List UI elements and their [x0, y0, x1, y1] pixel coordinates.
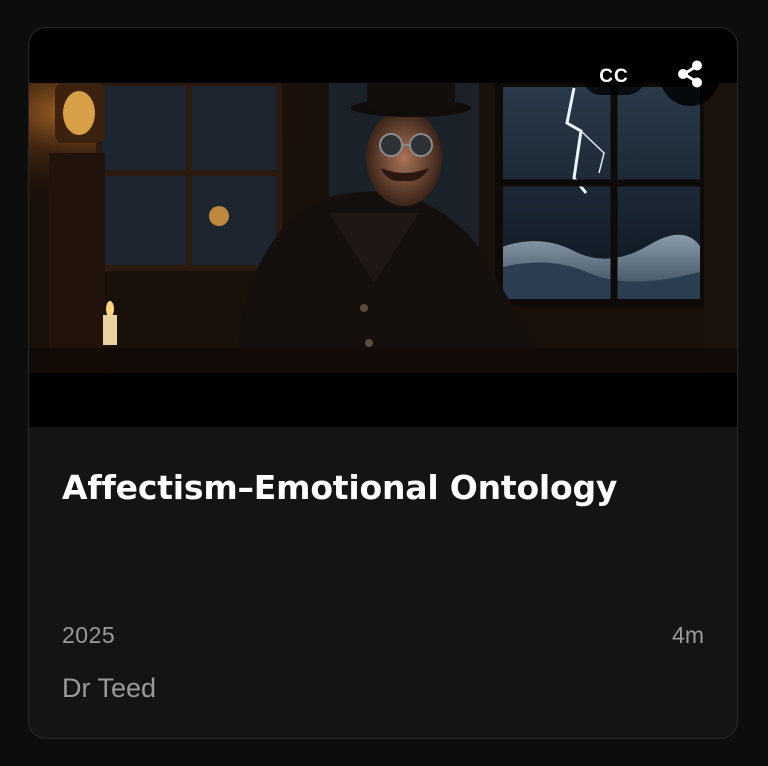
share-icon	[675, 59, 705, 94]
release-year: 2025	[62, 622, 116, 648]
thumbnail-image	[29, 83, 737, 373]
share-button[interactable]	[660, 46, 720, 106]
author-name: Dr Teed	[62, 673, 157, 703]
video-thumbnail[interactable]: CC	[29, 28, 737, 427]
cc-label: CC	[599, 66, 629, 87]
video-title[interactable]: Affectism–Emotional Ontology	[62, 466, 712, 510]
closed-captions-badge[interactable]: CC	[583, 59, 645, 95]
video-duration: 4m	[672, 622, 704, 648]
video-card[interactable]: CC Affectism–Emotional Ontology 2025 4m …	[28, 27, 738, 739]
